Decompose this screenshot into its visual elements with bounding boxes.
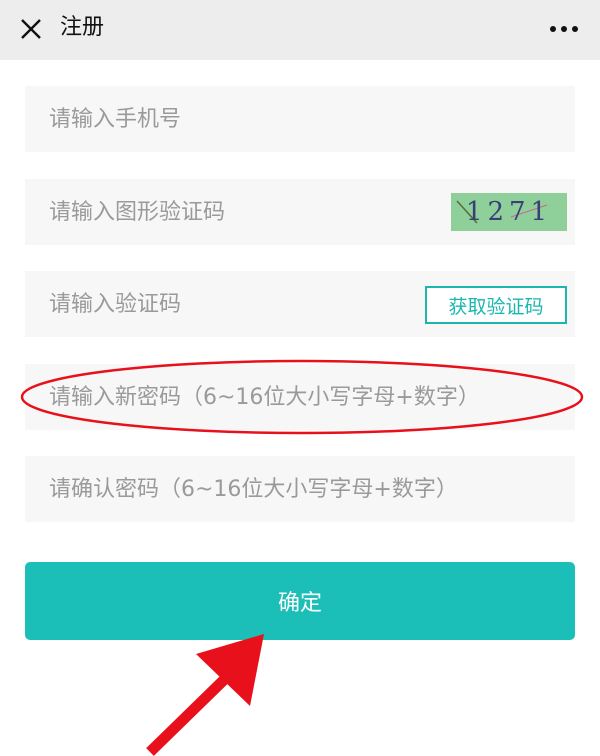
page-title: 注册 — [60, 15, 105, 40]
confirm-password-input[interactable] — [25, 456, 575, 522]
close-button[interactable] — [14, 12, 48, 46]
new-password-field — [25, 364, 575, 430]
sms-code-field: 获取验证码 — [25, 271, 575, 337]
phone-input[interactable] — [25, 86, 575, 152]
more-icon — [550, 26, 578, 32]
captcha-field: 1271 — [25, 179, 575, 245]
confirm-password-field — [25, 456, 575, 522]
new-password-input[interactable] — [25, 364, 575, 430]
pointer-arrow-icon — [146, 634, 264, 756]
phone-field — [25, 86, 575, 152]
close-icon — [21, 19, 41, 39]
top-bar: 注册 — [0, 0, 600, 60]
captcha-image[interactable]: 1271 — [451, 193, 567, 231]
captcha-text: 1271 — [465, 197, 553, 227]
get-code-button[interactable]: 获取验证码 — [425, 286, 567, 324]
confirm-button[interactable]: 确定 — [25, 562, 575, 640]
more-button[interactable] — [542, 12, 586, 46]
